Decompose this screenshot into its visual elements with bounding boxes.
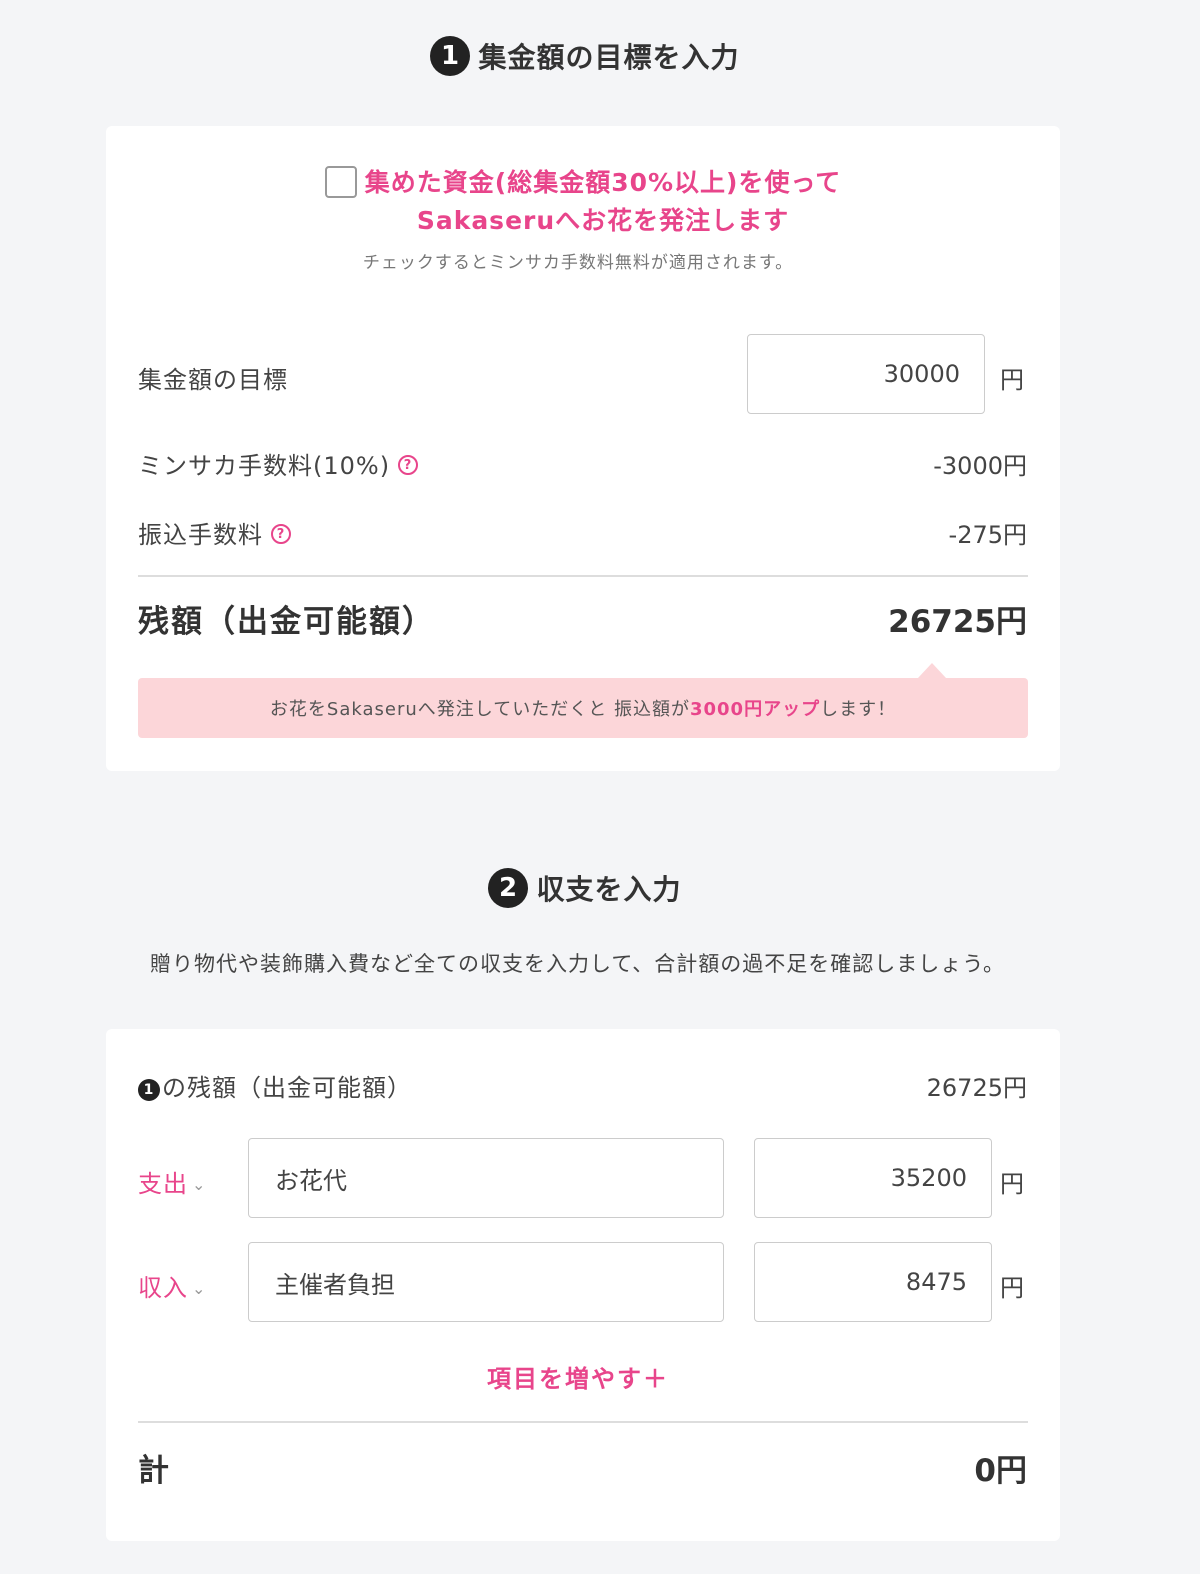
notice-highlight: 3000円アップ [689,699,821,720]
balance-value: 26725円 [888,604,1027,640]
item-amount-unit: 円 [1000,1170,1024,1198]
item-type-label: 支出 [138,1170,188,1198]
budget-card: 1の残額（出金可能額） 26725円 支出⌄ 円 収入⌄ 円 項目を増やす＋ 計… [106,1029,1060,1541]
divider [138,1421,1028,1423]
flower-order-option[interactable]: 集めた資金(総集金額30%以上)を使って Sakaseruへお花を発注します [106,164,1060,240]
transfer-bonus-notice: お花をSakaseruへ発注していただくと 振込額が 3000円アップ します！ [138,678,1028,738]
goal-unit: 円 [1000,366,1024,394]
item-amount-input[interactable] [754,1242,992,1322]
transfer-fee-value: -275円 [948,521,1027,549]
transfer-fee-label-text: 振込手数料 [138,521,263,549]
chevron-down-icon: ⌄ [192,1279,207,1298]
question-circle-icon[interactable]: ? [398,455,419,475]
step2-number-badge: 2 [488,868,529,908]
step1-heading: 1 集金額の目標を入力 [0,36,1170,76]
goal-amount-input[interactable] [747,334,985,414]
step1-number-badge: 1 [430,36,471,76]
item-amount-unit: 円 [1000,1274,1024,1302]
add-item-button[interactable]: 項目を増やす＋ [106,1359,1050,1394]
carried-balance-value: 26725円 [926,1074,1027,1102]
system-fee-label: ミンサカ手数料(10%)? [138,446,419,481]
transfer-fee-label: 振込手数料? [138,515,291,550]
flower-order-label[interactable]: 集めた資金(総集金額30%以上)を使って Sakaseruへお花を発注します [365,164,841,240]
carried-balance-label-text: の残額（出金可能額） [162,1074,412,1102]
step1-title: 集金額の目標を入力 [478,41,740,74]
system-fee-label-text: ミンサカ手数料(10%) [138,452,391,480]
carried-balance-label: 1 の残額（出金可能額） [138,1068,412,1103]
goal-label: 集金額の目標 [138,366,288,394]
notice-arrow [918,663,946,678]
notice-suffix: します！ [820,699,897,720]
balance-label: 残額（出金可能額） [138,604,435,640]
item-name-input[interactable] [248,1138,724,1218]
total-value: 0円 [974,1453,1027,1489]
item-type-select[interactable]: 収入 ⌄ [138,1268,206,1303]
page: 1 集金額の目標を入力 集めた資金(総集金額30%以上)を使って Sakaser… [0,0,1200,1574]
total-label: 計 [138,1453,169,1489]
step1-ref-badge: 1 [138,1079,160,1101]
notice-prefix: お花をSakaseruへ発注していただくと 振込額が [269,699,690,720]
item-type-label: 収入 [138,1274,188,1302]
flower-order-label-line2: Sakaseruへお花を発注します [416,206,790,235]
step2-description: 贈り物代や装飾購入費など全ての収支を入力して、合計額の過不足を確認しましょう。 [149,952,1006,976]
step2-title: 収支を入力 [536,873,682,906]
divider [138,575,1028,577]
goal-card: 集めた資金(総集金額30%以上)を使って Sakaseruへお花を発注します チ… [106,126,1060,771]
system-fee-value: -3000円 [933,452,1027,480]
flower-order-checkbox[interactable] [324,166,357,198]
item-type-select[interactable]: 支出 ⌄ [138,1164,206,1199]
flower-order-label-line1: 集めた資金(総集金額30%以上)を使って [364,168,842,197]
item-name-input[interactable] [248,1242,724,1322]
chevron-down-icon: ⌄ [192,1175,207,1194]
item-amount-input[interactable] [754,1138,992,1218]
flower-order-note: チェックするとミンサカ手数料無料が適用されます。 [362,253,794,273]
question-circle-icon[interactable]: ? [271,524,291,544]
step2-heading: 2 収支を入力 [0,868,1170,908]
